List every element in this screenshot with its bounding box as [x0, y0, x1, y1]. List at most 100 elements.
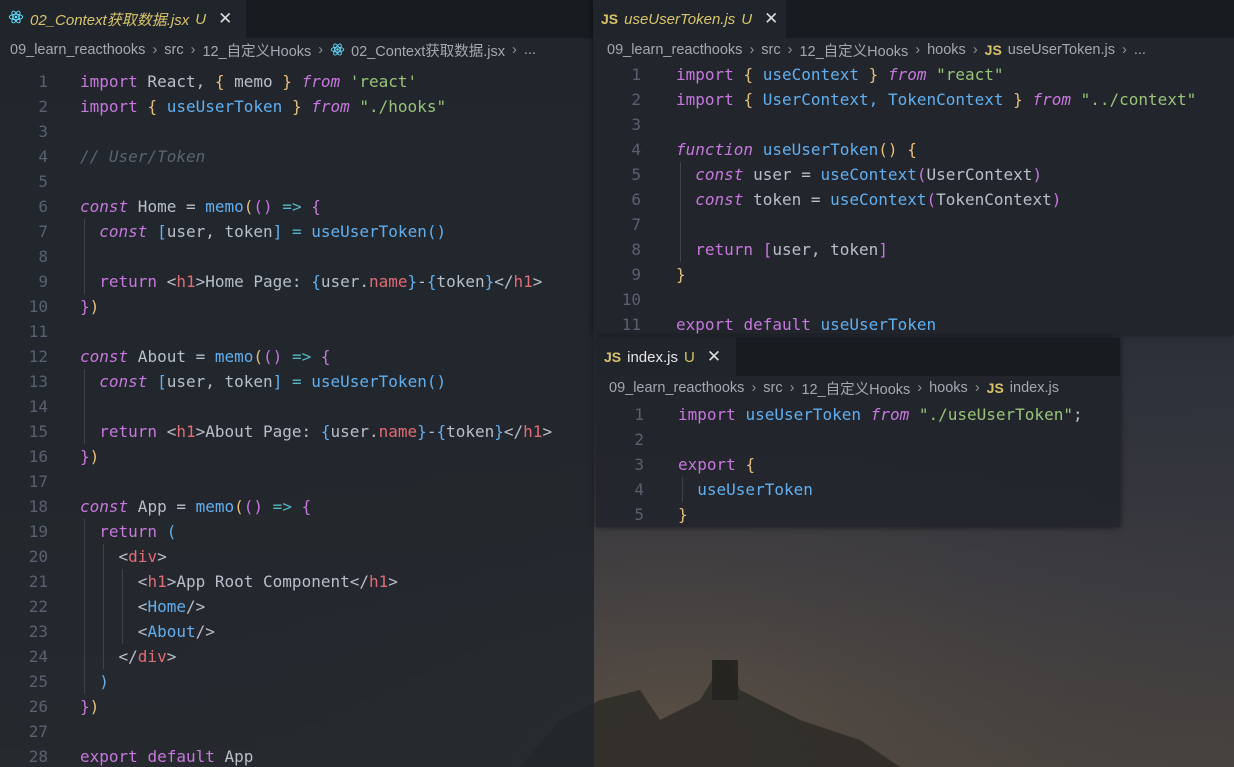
tab-02-context[interactable]: 02_Context获取数据.jsx U ✕ [0, 0, 246, 38]
tab-useusertoken[interactable]: JS useUserToken.js U ✕ [593, 0, 786, 38]
close-icon[interactable]: ✕ [764, 9, 778, 29]
line-number: 3 [631, 115, 641, 134]
chevron-right-icon: › [974, 380, 980, 396]
code-token: token [436, 272, 485, 291]
breadcrumb-item[interactable]: index.js [1010, 380, 1059, 396]
line-number: 7 [38, 222, 48, 241]
breadcrumb-item[interactable]: useUserToken.js [1008, 42, 1115, 58]
code-token: "../context" [1070, 90, 1197, 109]
code-token: import [676, 90, 734, 109]
breadcrumb-item[interactable]: src [164, 42, 183, 58]
breadcrumb-item[interactable]: 09_learn_reacthooks [607, 42, 742, 58]
chevron-right-icon: › [749, 42, 755, 58]
code-token: useUserToken [745, 405, 862, 424]
code-token: return [99, 522, 158, 541]
breadcrumb-item[interactable]: 02_Context获取数据.jsx [351, 40, 505, 61]
code-line: 1 import useUserToken from "./useUserToke… [596, 402, 1120, 427]
code-token: const [80, 347, 129, 366]
breadcrumb-item[interactable]: 12_自定义Hooks [202, 40, 311, 61]
code-token: h1 [176, 422, 196, 441]
line-number: 25 [28, 672, 48, 691]
chevron-right-icon: › [190, 42, 196, 58]
breadcrumb-item[interactable]: ... [1134, 42, 1146, 58]
line-number: 4 [631, 140, 641, 159]
breadcrumb-item[interactable]: hooks [927, 42, 966, 58]
breadcrumb-item[interactable]: 12_自定义Hooks [799, 40, 908, 61]
breadcrumb: 09_learn_reacthooks › src › 12_自定义Hooks › h… [596, 376, 1120, 400]
code-token: { [426, 272, 437, 291]
code-token: React, [137, 72, 215, 91]
code-editor[interactable]: 1 import useUserToken from "./useUserToke… [596, 400, 1120, 527]
code-line: 12 const About = memo(() => { [0, 344, 594, 369]
code-token: memo [195, 497, 235, 516]
code-token: "./hooks" [349, 97, 447, 116]
code-line: 4 useUserToken [596, 477, 1120, 502]
breadcrumb-item[interactable]: src [761, 42, 780, 58]
code-token: ( [926, 190, 937, 209]
line-number: 22 [28, 597, 48, 616]
breadcrumb-item[interactable]: 09_learn_reacthooks [609, 380, 744, 396]
close-icon[interactable]: ✕ [707, 347, 721, 367]
code-text: useUserToken [678, 477, 813, 502]
breadcrumb-item[interactable]: src [763, 380, 782, 396]
code-token: > [542, 422, 553, 441]
breadcrumb-item[interactable]: 09_learn_reacthooks [10, 42, 145, 58]
code-token: { [147, 97, 158, 116]
tab-status: U [683, 348, 695, 366]
indent-guide [83, 244, 85, 269]
code-line: 10 [593, 287, 1234, 312]
code-line: 2 import { UserContext, TokenContext } fr… [593, 87, 1234, 112]
line-number: 4 [634, 480, 644, 499]
code-token: useContext [753, 65, 869, 84]
code-text: return <h1>About Page: {user.name}-{toke… [80, 419, 552, 444]
code-editor[interactable]: 1 import React, { memo } from 'react' 2 imp… [0, 62, 594, 767]
code-text: </div> [80, 644, 177, 669]
tab-bar: JS index.js U ✕ [596, 338, 1120, 376]
close-icon[interactable]: ✕ [218, 9, 232, 29]
code-text: export default App [80, 744, 253, 767]
code-token: h1 [523, 422, 543, 441]
code-token: } [676, 265, 686, 284]
line-number: 11 [621, 315, 641, 334]
code-token: function [676, 140, 754, 159]
code-token: user. [330, 422, 379, 441]
code-token: Home [147, 597, 186, 616]
tab-index[interactable]: JS index.js U ✕ [596, 338, 736, 376]
code-token: user, token [166, 372, 273, 391]
chevron-right-icon: › [787, 42, 793, 58]
code-line: 11 [0, 319, 594, 344]
code-token: return [99, 272, 158, 291]
code-token: import [80, 72, 138, 91]
code-editor[interactable]: 1 import { useContext } from "react" 2 impo… [593, 62, 1234, 334]
code-token: } [80, 697, 90, 716]
code-token: > [388, 572, 398, 591]
line-number: 2 [38, 97, 48, 116]
code-token: const [80, 197, 129, 216]
breadcrumb-item[interactable]: hooks [929, 380, 968, 396]
code-token: useUserToken [697, 480, 813, 499]
code-token: } [484, 272, 495, 291]
code-token: >App Root Component</ [166, 572, 369, 591]
code-token: memo [205, 197, 244, 216]
code-token: () [243, 497, 264, 516]
breadcrumb-item[interactable]: ... [524, 42, 536, 58]
editor-panel-useusertoken: JS useUserToken.js U ✕ 09_learn_reacthoo… [593, 0, 1234, 334]
chevron-right-icon: › [751, 380, 757, 396]
code-token: { [743, 90, 754, 109]
code-token: UserContext, TokenContext [753, 90, 1014, 109]
code-token: ( [234, 497, 244, 516]
code-token: memo [224, 72, 283, 91]
code-token: ) [1032, 165, 1043, 184]
code-token: About = [128, 347, 215, 366]
breadcrumb-item[interactable]: 12_自定义Hooks [801, 378, 910, 399]
code-token: const [99, 222, 148, 241]
code-token: export [80, 747, 138, 766]
js-icon: JS [984, 42, 1002, 58]
code-text: return ( [80, 519, 176, 544]
